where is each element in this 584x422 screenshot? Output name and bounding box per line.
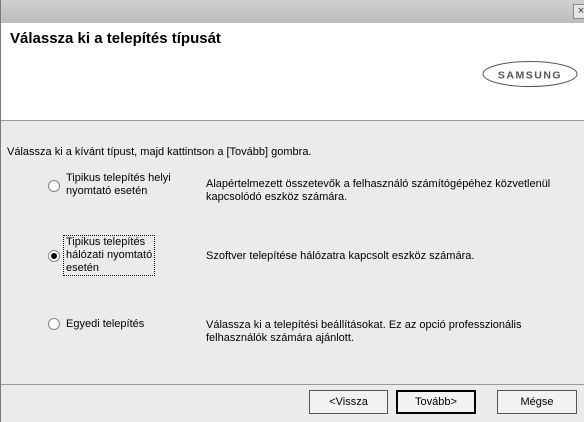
- page-title: Válassza ki a telepítés típusát: [10, 30, 221, 47]
- radio-selected-dot: [51, 253, 57, 259]
- back-button[interactable]: <Vissza: [309, 390, 388, 414]
- brand-text: SAMSUNG: [498, 70, 562, 82]
- footer-divider: [1, 384, 584, 385]
- samsung-logo: SAMSUNG: [482, 61, 578, 87]
- option-network-description: Szoftver telepítése hálózatra kapcsolt e…: [206, 250, 475, 262]
- instruction-text: Válassza ki a kívánt típust, majd kattin…: [7, 146, 312, 158]
- title-bar: ×: [1, 0, 584, 23]
- radio-local[interactable]: [48, 180, 60, 192]
- option-local-label[interactable]: Tipikus telepítés helyi nyomtató esetén: [66, 172, 171, 198]
- close-icon[interactable]: ×: [573, 4, 584, 19]
- radio-custom[interactable]: [48, 318, 60, 330]
- option-local-description: Alapértelmezett összetevők a felhasználó…: [206, 178, 551, 203]
- option-network-label[interactable]: Tipikus telepítés hálózati nyomtató eset…: [62, 235, 156, 276]
- option-custom-description: Válassza ki a telepítési beállításokat. …: [206, 319, 522, 344]
- installer-window: × Válassza ki a telepítés típusát SAMSUN…: [0, 0, 584, 422]
- radio-network[interactable]: [48, 250, 60, 262]
- next-button[interactable]: Tovább>: [396, 390, 476, 414]
- cancel-button[interactable]: Mégse: [497, 390, 577, 414]
- option-custom-label[interactable]: Egyedi telepítés: [66, 318, 144, 331]
